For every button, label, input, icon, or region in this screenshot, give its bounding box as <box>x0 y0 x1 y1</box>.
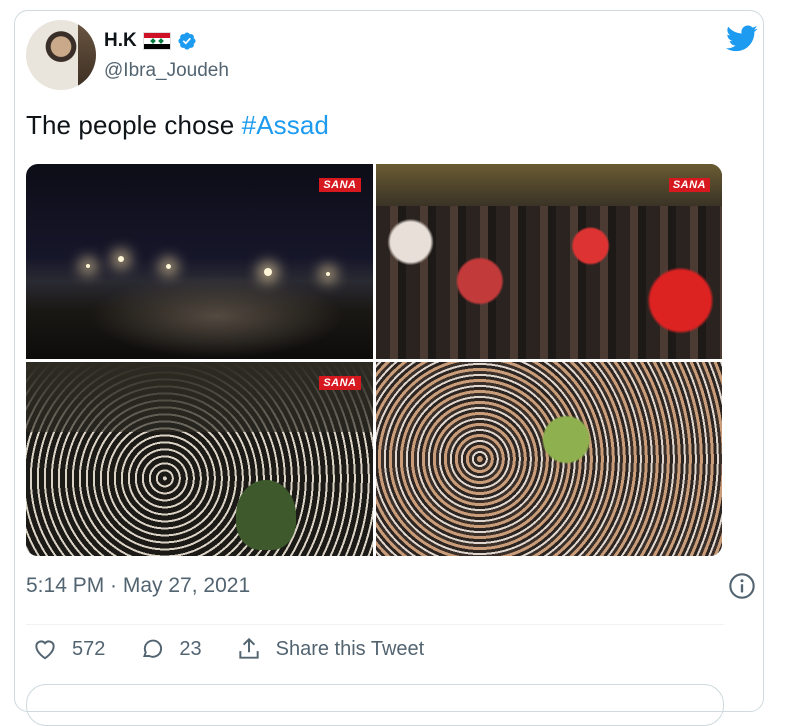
sana-watermark: SANA <box>319 178 361 192</box>
read-replies-button[interactable] <box>26 684 724 726</box>
verified-badge-icon <box>178 32 196 50</box>
hashtag-link[interactable]: #Assad <box>242 110 329 140</box>
tweet-timestamp[interactable]: 5:14 PM · May 27, 2021 <box>26 574 250 598</box>
night-street-crowd-photo[interactable]: SANA <box>26 361 373 556</box>
daytime-flag-crowd-photo[interactable]: SANA <box>375 164 722 359</box>
reply-button[interactable]: 23 <box>139 636 202 662</box>
tweet-text: The people chose #Assad <box>26 110 329 141</box>
media-grid: SANA SANA SANA <box>26 164 722 556</box>
author-name-row[interactable]: H.K <box>104 30 197 52</box>
sana-watermark: SANA <box>668 178 710 192</box>
twitter-bird-icon[interactable] <box>724 22 760 54</box>
reply-bubble-icon <box>143 639 163 658</box>
tweet-text-body: The people chose <box>26 110 242 140</box>
reply-count: 23 <box>179 637 202 660</box>
heart-icon <box>35 640 55 660</box>
share-label: Share this Tweet <box>275 637 425 660</box>
syria-flag-icon <box>142 32 171 50</box>
author-display-name[interactable]: H.K <box>104 30 137 52</box>
info-icon[interactable] <box>728 572 756 600</box>
sana-watermark: SANA <box>319 375 361 390</box>
like-button[interactable]: 572 <box>32 636 105 662</box>
share-icon <box>238 637 259 659</box>
avatar[interactable] <box>26 20 96 90</box>
like-count: 572 <box>72 637 106 660</box>
author-handle[interactable]: @Ibra_Joudeh <box>104 60 229 82</box>
action-bar: 572 23 Share this Tweet <box>32 634 458 664</box>
night-rally-photo[interactable]: SANA <box>26 164 373 359</box>
divider <box>26 624 724 625</box>
share-button[interactable]: Share this Tweet <box>236 636 425 662</box>
dense-crowd-photo[interactable] <box>375 361 722 556</box>
